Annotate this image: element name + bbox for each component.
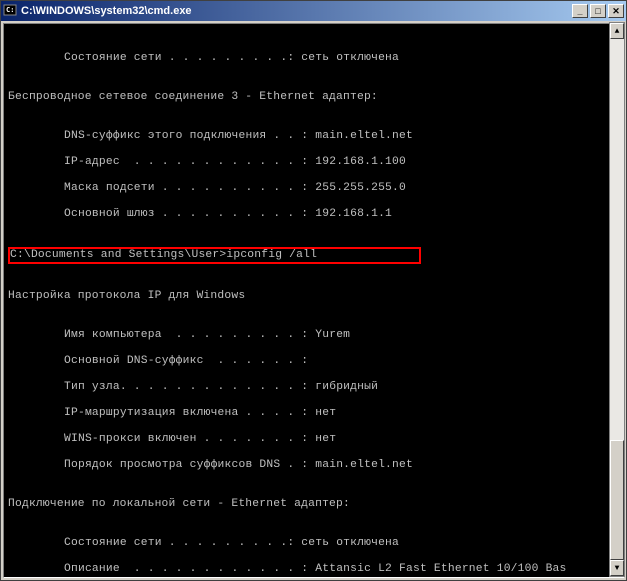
- console-output[interactable]: Состояние сети . . . . . . . . .: сеть о…: [3, 23, 624, 578]
- text-line: Основной шлюз . . . . . . . . . . : 192.…: [8, 208, 619, 221]
- text-line: Маска подсети . . . . . . . . . . : 255.…: [8, 182, 619, 195]
- section-header: Беспроводное сетевое соединение 3 - Ethe…: [8, 91, 619, 104]
- scroll-thumb[interactable]: [610, 440, 624, 560]
- text-line: DNS-суффикс этого подключения . . : main…: [8, 130, 619, 143]
- text-line: Описание . . . . . . . . . . . . : Attan…: [8, 563, 619, 576]
- text-line: Тип узла. . . . . . . . . . . . . : гибр…: [8, 381, 619, 394]
- window-title: C:\WINDOWS\system32\cmd.exe: [21, 5, 192, 17]
- text-line: Имя компьютера . . . . . . . . . : Yurem: [8, 329, 619, 342]
- scroll-down-button[interactable]: ▼: [610, 560, 624, 576]
- minimize-button[interactable]: _: [572, 4, 588, 18]
- scroll-up-button[interactable]: ▲: [610, 23, 624, 39]
- svg-text:C:: C:: [6, 6, 14, 14]
- vertical-scrollbar[interactable]: ▲ ▼: [609, 22, 625, 577]
- command-prompt: C:\Documents and Settings\User>ipconfig …: [10, 249, 419, 262]
- window-controls: _ □ ✕: [572, 4, 624, 18]
- maximize-button[interactable]: □: [590, 4, 606, 18]
- section-header: Подключение по локальной сети - Ethernet…: [8, 498, 619, 511]
- scroll-track[interactable]: [610, 39, 624, 560]
- section-header: Настройка протокола IP для Windows: [8, 290, 619, 303]
- text-line: WINS-прокси включен . . . . . . . : нет: [8, 433, 619, 446]
- text-line: IP-адрес . . . . . . . . . . . . : 192.1…: [8, 156, 619, 169]
- titlebar: C: C:\WINDOWS\system32\cmd.exe _ □ ✕: [1, 1, 626, 21]
- text-line: Состояние сети . . . . . . . . .: сеть о…: [8, 52, 619, 65]
- text-line: Состояние сети . . . . . . . . .: сеть о…: [8, 537, 619, 550]
- text-line: IP-маршрутизация включена . . . . : нет: [8, 407, 619, 420]
- cmd-icon: C:: [3, 4, 17, 18]
- highlighted-command: C:\Documents and Settings\User>ipconfig …: [8, 247, 421, 264]
- titlebar-left: C: C:\WINDOWS\system32\cmd.exe: [3, 4, 192, 18]
- close-button[interactable]: ✕: [608, 4, 624, 18]
- text-line: Порядок просмотра суффиксов DNS . : main…: [8, 459, 619, 472]
- text-line: Основной DNS-суффикс . . . . . . :: [8, 355, 619, 368]
- cmd-window: C: C:\WINDOWS\system32\cmd.exe _ □ ✕ Сос…: [0, 0, 627, 581]
